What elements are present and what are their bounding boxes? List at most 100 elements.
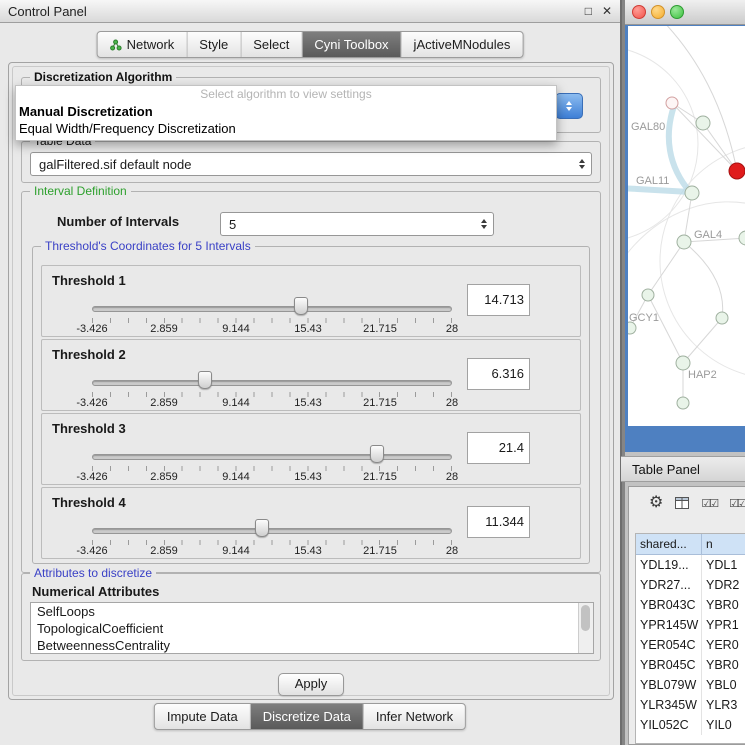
apply-button[interactable]: Apply [278,673,344,696]
network-edge [683,318,722,363]
list-item[interactable]: SelfLoops [31,603,593,620]
slider-thumb[interactable] [370,445,384,463]
slider-track[interactable] [92,380,452,386]
node-table: shared... n YDL19...YDL1 YDR27...YDR2 YB… [635,533,745,744]
cell: YER0 [702,635,745,655]
tab-jactivemnodules[interactable]: jActiveMNodules [402,32,523,57]
columns-icon[interactable] [675,497,689,509]
network-canvas[interactable]: GAL80 GAL11 GAL4 GCY1 HAP2 [628,26,745,426]
group-title: Attributes to discretize [30,566,156,580]
scale-label: 2.859 [150,471,178,483]
slider-track[interactable] [92,528,452,534]
tab-impute-data[interactable]: Impute Data [155,704,251,729]
node-label: GCY1 [629,312,659,324]
network-node[interactable] [716,312,728,324]
algorithm-combo-stepper[interactable] [555,93,583,119]
scale-label: 28 [446,545,458,557]
table-row[interactable]: YDL19...YDL1 [636,555,745,575]
threshold-1-box: Threshold 1 -3.426 2.859 9.144 15.43 21.… [41,265,581,337]
gear-icon[interactable]: ⚙ [649,495,663,511]
number-of-intervals-combo[interactable]: 5 [220,212,494,236]
network-node[interactable] [677,397,689,409]
network-window-titlebar [625,0,745,25]
table-toolbar: ⚙ ☑☑ ☑☑ [629,487,745,511]
cell: YBL079W [636,675,702,695]
table-row[interactable]: YBR045CYBR0 [636,655,745,675]
minimize-traffic-light-icon[interactable] [651,5,665,19]
group-title: Interval Definition [30,184,131,198]
table-panel-window: ⚙ ☑☑ ☑☑ shared... n YDL19...YDL1 YDR27..… [628,486,745,745]
node-label: HAP2 [688,369,717,381]
network-edge-arc [628,46,698,242]
list-item[interactable]: TopologicalCoefficient [31,620,593,637]
tab-cyni-toolbox[interactable]: Cyni Toolbox [302,32,401,57]
column-header[interactable]: n [702,534,745,554]
list-scrollbar[interactable] [578,603,593,653]
network-node[interactable] [677,235,691,249]
table-row[interactable]: YBL079WYBL0 [636,675,745,695]
numerical-attributes-label: Numerical Attributes [32,584,159,599]
scale-label: 21.715 [363,397,397,409]
thresholds-group: Threshold's Coordinates for 5 Intervals … [32,246,590,564]
scale-label: 15.43 [294,545,322,557]
tab-discretize-data[interactable]: Discretize Data [251,704,364,729]
close-traffic-light-icon[interactable] [632,5,646,19]
threshold-value-field[interactable]: 11.344 [467,506,530,538]
slider-track[interactable] [92,306,452,312]
table-row[interactable]: YPR145WYPR1 [636,615,745,635]
slider-scale: -3.426 2.859 9.144 15.43 21.715 28 [92,323,452,335]
network-node[interactable] [666,97,678,109]
group-title: Threshold's Coordinates for 5 Intervals [41,239,255,253]
slider-thumb[interactable] [255,519,269,537]
tab-style[interactable]: Style [187,32,241,57]
table-row[interactable]: YDR27...YDR2 [636,575,745,595]
threshold-value-field[interactable]: 14.713 [467,284,530,316]
slider-thumb[interactable] [198,371,212,389]
slider-track[interactable] [92,454,452,460]
scale-label: 9.144 [222,471,250,483]
threshold-value-field[interactable]: 6.316 [467,358,530,390]
slider-thumb[interactable] [294,297,308,315]
network-edge [648,242,684,295]
cell: YIL052C [636,715,702,735]
collapse-window-icon[interactable]: □ [585,4,592,18]
scale-label: 9.144 [222,545,250,557]
list-item[interactable]: BetweennessCentrality [31,637,593,654]
table-row[interactable]: YIL052CYIL0 [636,715,745,735]
dropdown-option-equal-width[interactable]: Equal Width/Frequency Discretization [16,120,556,137]
table-row[interactable]: YER054CYER0 [636,635,745,655]
dropdown-option-manual-discretization[interactable]: Manual Discretization [16,103,556,120]
cell: YDR27... [636,575,702,595]
numerical-attributes-list: SelfLoops TopologicalCoefficient Between… [30,602,594,654]
combo-stepper-icon [481,219,493,229]
cell: YBR0 [702,595,745,615]
select-all-columns-icon[interactable]: ☑☑ [701,497,717,510]
zoom-traffic-light-icon[interactable] [670,5,684,19]
attributes-group: Attributes to discretize Numerical Attri… [21,573,601,661]
combo-stepper-icon [579,159,591,169]
scale-label: -3.426 [76,397,107,409]
close-window-icon[interactable]: ✕ [602,4,612,18]
bottom-tab-strip: Impute Data Discretize Data Infer Networ… [154,703,466,730]
scale-label: 15.43 [294,471,322,483]
scale-label: -3.426 [76,471,107,483]
scrollbar-thumb[interactable] [581,605,590,631]
network-node[interactable] [696,116,710,130]
threshold-2-box: Threshold 2 -3.426 2.859 9.144 15.43 21.… [41,339,581,411]
network-node-selected[interactable] [729,163,745,179]
network-node[interactable] [642,289,654,301]
tab-select[interactable]: Select [241,32,302,57]
threshold-value-field[interactable]: 21.4 [467,432,530,464]
network-node[interactable] [685,186,699,200]
tab-label: jActiveMNodules [414,37,511,52]
network-node[interactable] [739,231,745,245]
tab-infer-network[interactable]: Infer Network [364,704,465,729]
network-node[interactable] [676,356,690,370]
tab-network[interactable]: Network [98,32,188,57]
table-row[interactable]: YLR345WYLR3 [636,695,745,715]
table-data-combo[interactable]: galFiltered.sif default node [30,152,592,176]
select-columns-icon[interactable]: ☑☑ [729,497,745,510]
table-row[interactable]: YBR043CYBR0 [636,595,745,615]
column-header[interactable]: shared... [636,534,702,554]
table-header-row: shared... n [636,534,745,555]
